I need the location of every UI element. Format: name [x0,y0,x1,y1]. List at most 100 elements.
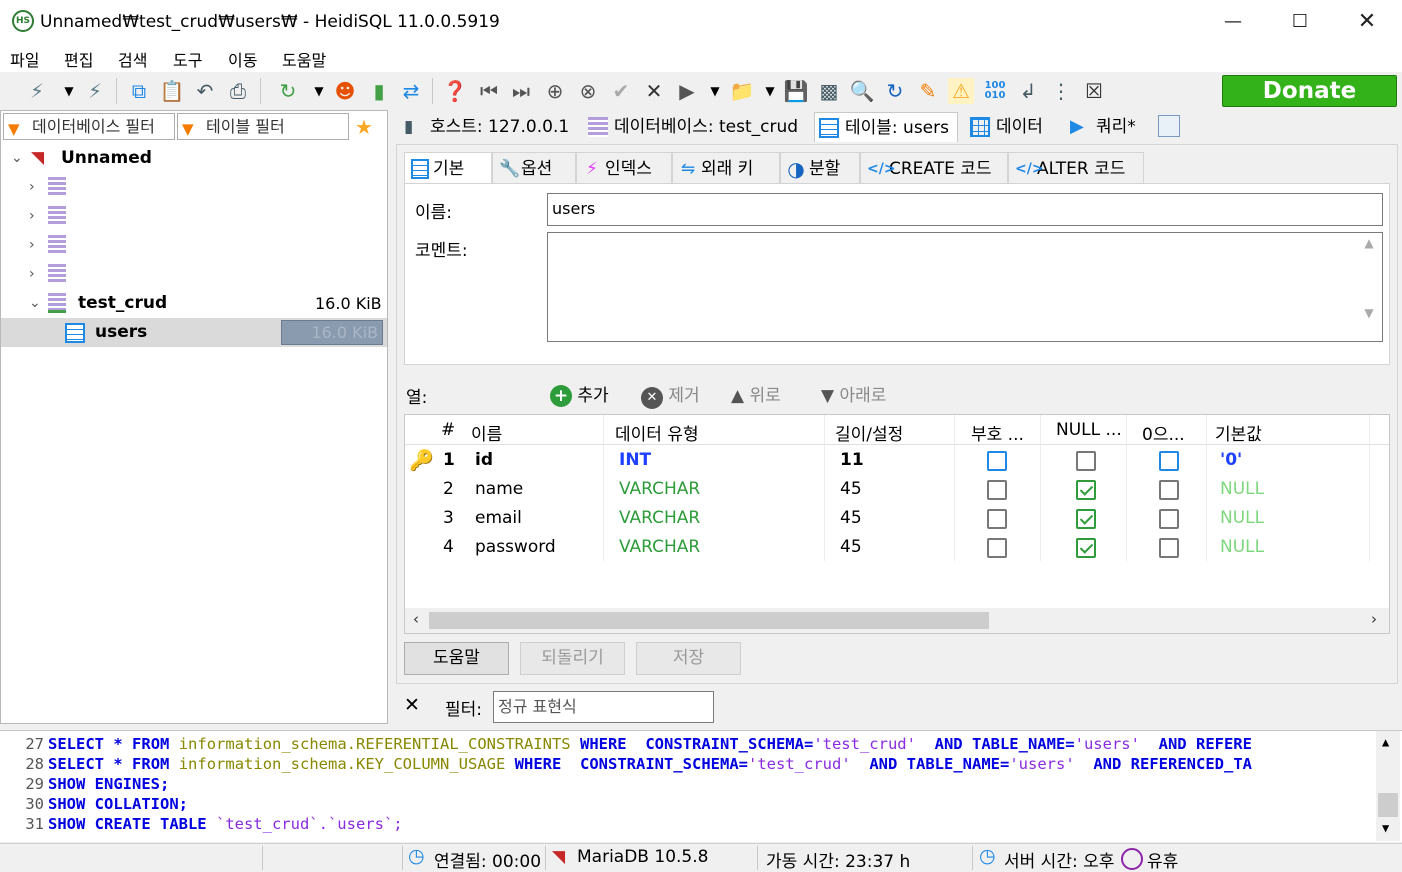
subtab-foreign-keys[interactable]: ⇋ 외래 키 [672,152,780,184]
default-cell[interactable]: NULL [1220,537,1264,557]
undo-icon[interactable]: ↶ [192,78,218,104]
length-cell[interactable]: 45 [840,537,862,557]
warning-icon[interactable]: ⚠ [948,78,974,104]
folder-icon[interactable]: 📁 [729,78,755,104]
menu-file[interactable]: 파일 [10,47,39,71]
paste-icon[interactable]: 📋 [159,78,185,104]
check-icon[interactable]: ✔ [608,78,634,104]
refresh-icon[interactable]: ↻ [275,78,301,104]
allow-null-checkbox[interactable] [1076,538,1096,558]
scroll-left-icon[interactable]: ‹ [413,610,419,628]
scroll-up-icon[interactable]: ▲ [1382,735,1389,749]
chevron-down-icon[interactable]: ⌄ [29,289,41,318]
zerofill-checkbox[interactable] [1159,538,1179,558]
move-up-button[interactable]: ▲ 위로 [731,381,781,406]
tab-host[interactable]: ▮ 호스트: 127.0.0.1 [400,112,576,142]
binary-icon[interactable]: 100 010 [982,78,1008,104]
wrap-icon[interactable]: ↲ [1015,78,1041,104]
tree-db-row-test-crud[interactable]: ⌄ test_crud 16.0 KiB [1,289,387,318]
allow-null-checkbox[interactable] [1076,451,1096,471]
datatype-cell[interactable]: VARCHAR [619,479,700,499]
cancel-icon[interactable]: ✕ [641,78,667,104]
add-column-button[interactable]: + 추가 [550,381,609,407]
export-icon[interactable]: ▮ [366,78,392,104]
table-filter-input[interactable]: ▼ 테이블 필터 [177,113,349,140]
header-name[interactable]: 이름 [471,420,502,445]
header-number[interactable]: # [441,420,455,440]
close-tab-icon[interactable]: ☒ [1081,78,1107,104]
save-as-icon[interactable]: ▩ [816,78,842,104]
tree-table-row-users[interactable]: users 16.0 KiB [1,318,387,347]
subtab-indexes[interactable]: ⚡ 인덱스 [576,152,672,184]
zerofill-checkbox[interactable] [1159,509,1179,529]
scroll-down-icon[interactable]: ▼ [1382,821,1389,835]
column-name-cell[interactable]: id [475,450,493,470]
help-button[interactable]: 도움말 [404,642,509,675]
chevron-right-icon[interactable]: › [29,260,35,289]
scrollbar-thumb[interactable] [1378,793,1398,817]
subtab-partition[interactable]: ◑ 분할 [780,152,860,184]
connect-icon[interactable]: ⚡ [24,78,50,104]
header-length[interactable]: 길이/설정 [835,420,903,445]
length-cell[interactable]: 11 [840,450,864,470]
menu-help[interactable]: 도움말 [282,47,326,71]
menu-tools[interactable]: 도구 [173,47,202,71]
log-scrollbar[interactable]: ▲ ▼ [1376,731,1400,841]
unsigned-checkbox[interactable] [987,538,1007,558]
subtab-basic[interactable]: 기본 [404,152,492,184]
subtab-alter-code[interactable]: </> ALTER 코드 [1008,152,1144,184]
new-query-tab-icon[interactable] [1158,115,1180,137]
clear-icon[interactable]: ✎ [915,78,941,104]
tree-db-row[interactable]: › [1,202,387,231]
close-icon[interactable]: ✕ [1347,8,1387,36]
table-name-input[interactable]: users [547,193,1383,226]
move-down-button[interactable]: ▼ 아래로 [821,381,886,406]
table-row[interactable]: 2 name VARCHAR 45 NULL [405,475,1389,504]
revert-button[interactable]: 되돌리기 [520,642,625,675]
header-zerofill[interactable]: 0으... [1142,420,1185,445]
header-unsigned[interactable]: 부호 ... [971,420,1024,445]
close-filter-icon[interactable]: ✕ [404,694,420,716]
save-button[interactable]: 저장 [636,642,741,675]
table-row[interactable]: 🔑 1 id INT 11 '0' [405,446,1389,475]
sync-icon[interactable]: ⇄ [398,78,424,104]
donate-button[interactable]: Donate [1222,75,1397,107]
tab-table[interactable]: 테이블: users [814,112,958,142]
chevron-right-icon[interactable]: › [29,173,35,202]
scrollbar-thumb[interactable] [429,612,989,629]
allow-null-checkbox[interactable] [1076,480,1096,500]
table-comment-textarea[interactable] [547,232,1383,342]
datatype-cell[interactable]: INT [619,450,651,470]
subtab-create-code[interactable]: </> CREATE 코드 [860,152,1008,184]
menu-edit[interactable]: 편집 [64,47,93,71]
find-replace-icon[interactable]: ↻ [882,78,908,104]
zerofill-checkbox[interactable] [1159,451,1179,471]
chevron-right-icon[interactable]: › [29,231,35,260]
disconnect-icon[interactable]: ⚡ [82,78,108,104]
length-cell[interactable]: 45 [840,479,862,499]
horizontal-scrollbar[interactable]: ‹ › [405,608,1389,633]
copy-icon[interactable]: ⧉ [126,78,152,104]
header-default[interactable]: 기본값 [1215,420,1262,445]
dropdown-arrow-icon[interactable]: ▼ [702,78,728,104]
length-cell[interactable]: 45 [840,508,862,528]
menu-go[interactable]: 이동 [228,47,257,71]
chevron-right-icon[interactable]: › [29,202,35,231]
header-datatype[interactable]: 데이터 유형 [615,420,699,445]
run-icon[interactable]: ▶ [674,78,700,104]
header-allow-null[interactable]: NULL ... [1056,420,1122,440]
more-icon[interactable]: ⋮ [1048,78,1074,104]
chevron-down-icon[interactable]: ⌄ [11,144,23,173]
comment-scrollbar[interactable]: ▲ ▼ [1359,236,1379,338]
unsigned-checkbox[interactable] [987,480,1007,500]
unsigned-checkbox[interactable] [987,509,1007,529]
tree-root-row[interactable]: ⌄ ◥ Unnamed [1,144,387,173]
allow-null-checkbox[interactable] [1076,509,1096,529]
column-name-cell[interactable]: password [475,537,556,557]
table-row[interactable]: 3 email VARCHAR 45 NULL [405,504,1389,533]
menu-search[interactable]: 검색 [118,47,147,71]
print-icon[interactable]: ⎙ [225,78,251,104]
default-cell[interactable]: NULL [1220,508,1264,528]
first-icon[interactable]: ⏮ [476,78,502,104]
filter-regex-input[interactable]: 정규 표현식 [493,691,714,723]
